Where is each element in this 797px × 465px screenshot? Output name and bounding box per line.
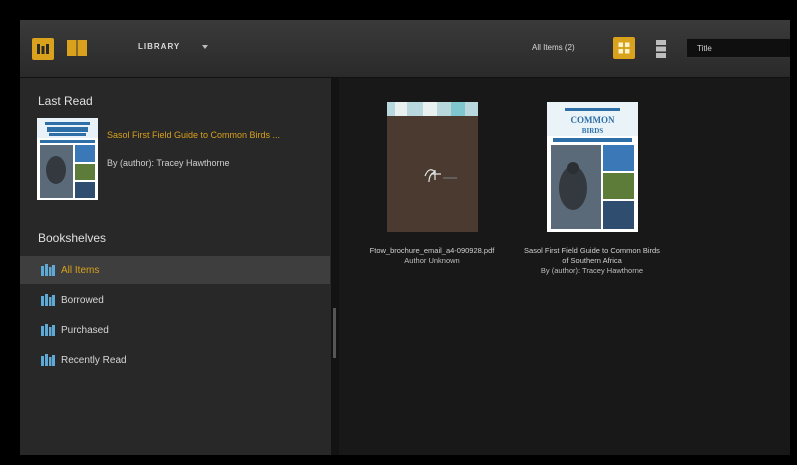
bookshelf-icon — [37, 44, 49, 54]
open-book-icon — [67, 40, 87, 56]
shelf-purchased[interactable]: Purchased — [20, 316, 330, 344]
shelf-borrowed[interactable]: Borrowed — [20, 286, 330, 314]
digital-editions-window: LIBRARY All Items (2) Title Last Read Sa… — [20, 20, 790, 455]
library-grid: Ftow_brochure_email_a4-090928.pdf Author… — [339, 78, 790, 455]
books-icon — [41, 264, 55, 276]
books-icon — [41, 354, 55, 366]
last-read-author: By (author): Tracey Hawthorne — [107, 158, 230, 168]
book-item[interactable]: Ftow_brochure_email_a4-090928.pdf Author… — [362, 102, 502, 266]
bookshelves-heading: Bookshelves — [38, 231, 107, 245]
last-read-title[interactable]: Sasol First Field Guide to Common Birds … — [107, 130, 280, 140]
shelf-all-items[interactable]: All Items — [20, 256, 330, 284]
list-icon — [656, 40, 666, 58]
toolbar: LIBRARY All Items (2) Title — [20, 20, 790, 78]
last-read-heading: Last Read — [38, 94, 93, 108]
list-view-button[interactable] — [654, 38, 668, 60]
shelf-label: Recently Read — [61, 354, 127, 366]
library-label: LIBRARY — [138, 42, 181, 51]
book-author: By (author): Tracey Hawthorne — [540, 266, 644, 275]
cover-heading-common: COMMON — [570, 115, 614, 125]
grid-view-button[interactable] — [613, 37, 635, 59]
last-read-cover[interactable] — [37, 118, 98, 200]
book-item[interactable]: COMMON BIRDS Sasol First Field Guide to … — [522, 102, 662, 276]
sidebar-splitter[interactable] — [331, 78, 339, 455]
reading-view-button[interactable] — [66, 38, 88, 58]
shelf-label: Borrowed — [61, 294, 104, 306]
item-count: All Items (2) — [532, 43, 575, 52]
books-icon — [41, 294, 55, 306]
sidebar: Last Read Sasol First Field Guide to Com… — [20, 78, 331, 455]
bird-guide-cover[interactable]: COMMON BIRDS — [546, 102, 638, 232]
shelf-recently-read[interactable]: Recently Read — [20, 346, 330, 374]
shelf-label: Purchased — [61, 324, 109, 336]
cover-heading-birds: BIRDS — [581, 127, 603, 135]
books-icon — [41, 324, 55, 336]
splitter-grip[interactable] — [333, 308, 336, 358]
grid-icon — [618, 42, 630, 54]
pdf-cover-thumbnail[interactable] — [386, 102, 478, 232]
shelf-label: All Items — [61, 264, 100, 276]
library-view-button[interactable] — [32, 38, 54, 60]
bird-guide-cover-thumbnail — [37, 118, 98, 200]
library-menu[interactable]: LIBRARY — [138, 42, 209, 51]
book-author: Author Unknown — [404, 256, 460, 265]
chevron-down-icon — [202, 44, 209, 49]
book-title: Ftow_brochure_email_a4-090928.pdf — [369, 246, 495, 255]
book-title: Sasol First Field Guide to Common Birds … — [524, 246, 660, 265]
sort-select[interactable]: Title — [686, 38, 790, 58]
